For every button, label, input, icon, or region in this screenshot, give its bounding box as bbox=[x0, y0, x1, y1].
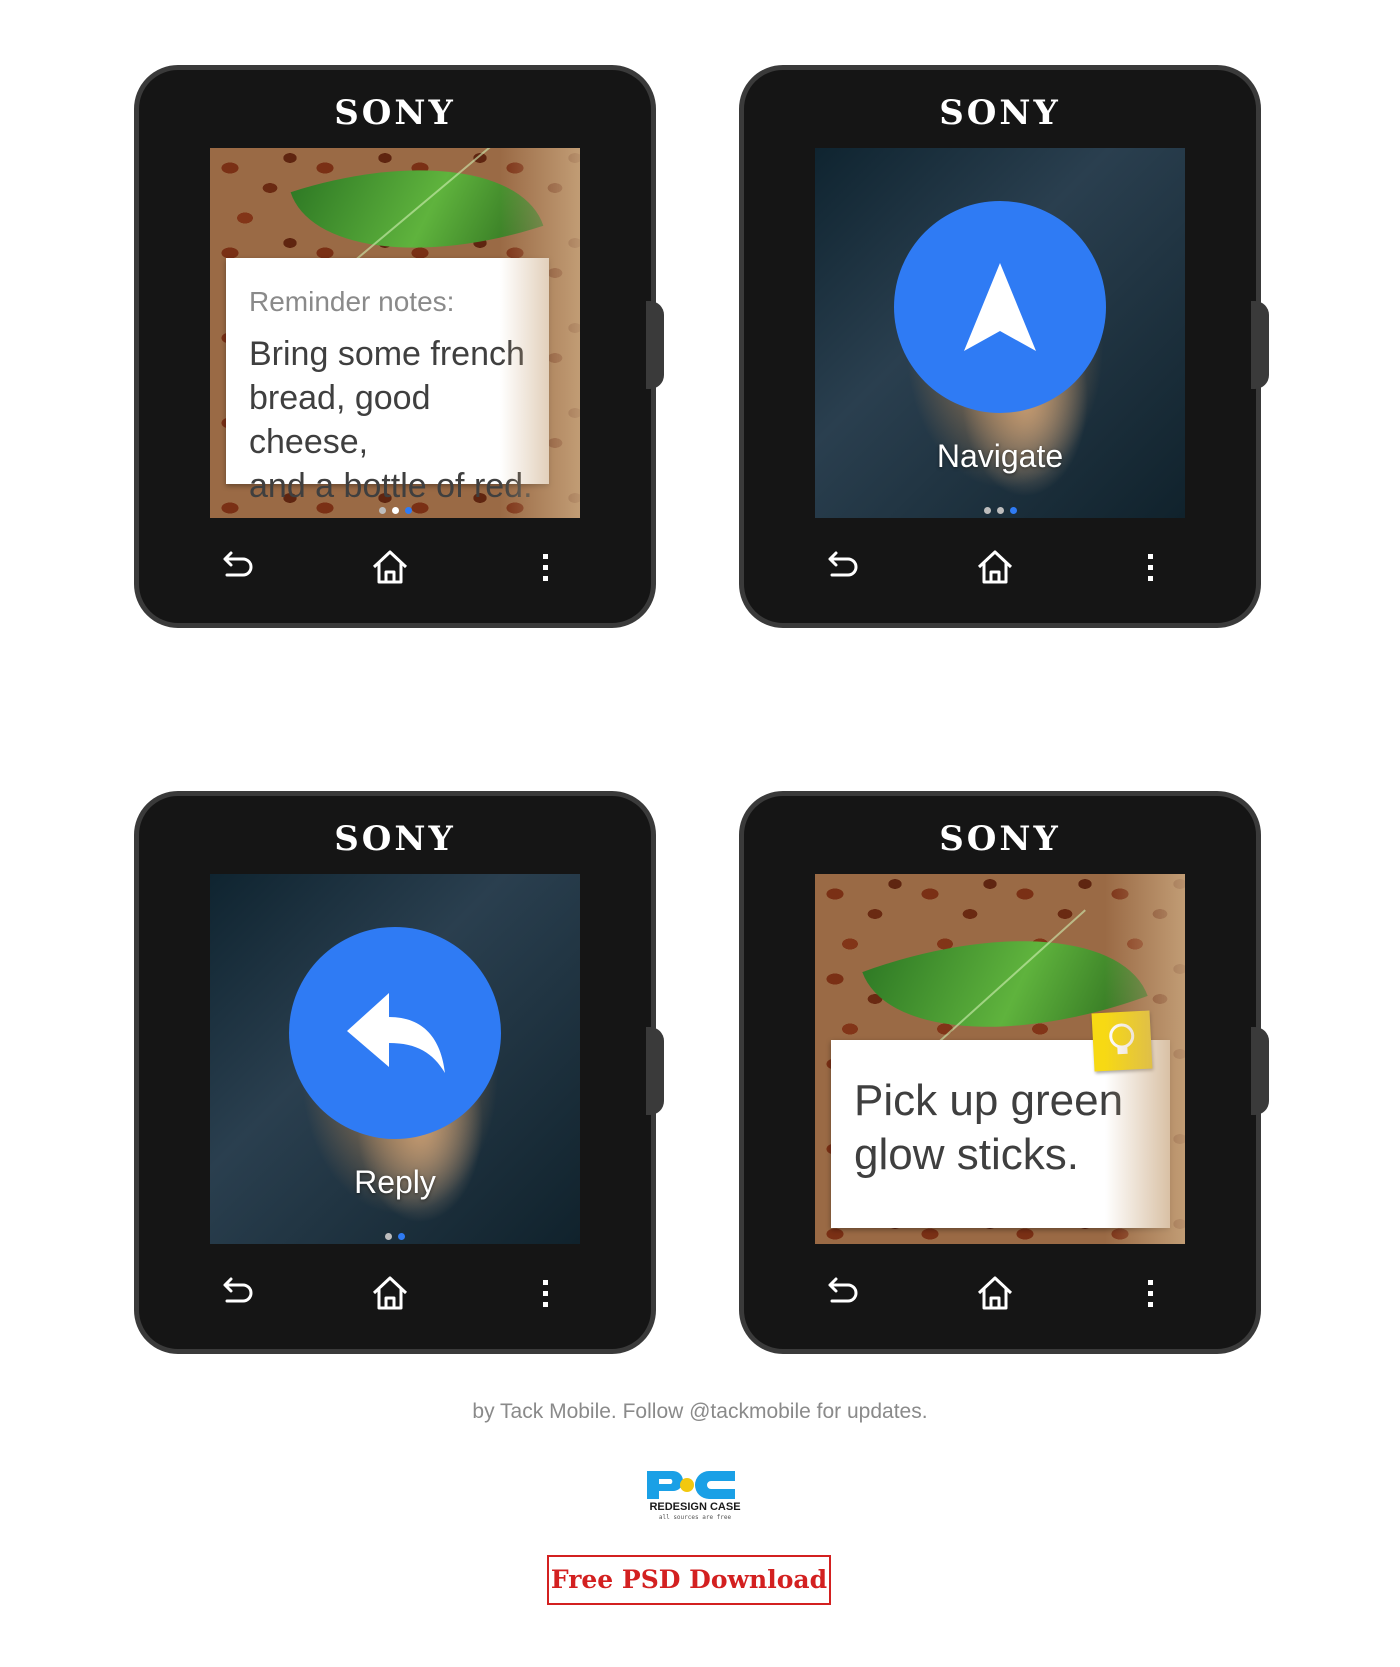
watch-side-button[interactable] bbox=[646, 301, 664, 389]
page-dot-active bbox=[404, 507, 412, 514]
home-icon[interactable] bbox=[368, 545, 412, 589]
page-dot-active bbox=[1009, 507, 1017, 514]
reply-arrow-icon bbox=[347, 993, 445, 1073]
watch-side-button[interactable] bbox=[1251, 301, 1269, 389]
free-psd-download-button[interactable]: Free PSD Download bbox=[547, 1555, 831, 1605]
back-icon[interactable] bbox=[821, 1271, 865, 1315]
watch-screen[interactable]: Pick up green glow sticks. bbox=[815, 874, 1185, 1244]
watch-screen[interactable]: Navigate bbox=[815, 148, 1185, 518]
watch-screen[interactable]: Reply bbox=[210, 874, 580, 1244]
card-line: glow sticks. bbox=[854, 1130, 1079, 1179]
page-dot bbox=[996, 507, 1004, 514]
home-icon[interactable] bbox=[368, 1271, 412, 1315]
more-vert-icon[interactable] bbox=[524, 545, 568, 589]
watch-3: SONY Reply bbox=[134, 791, 664, 1354]
keep-lightbulb-icon bbox=[1091, 1010, 1153, 1072]
page-dot bbox=[983, 507, 991, 514]
page-indicator bbox=[210, 507, 580, 514]
brand-logo: SONY bbox=[939, 819, 1061, 859]
card-line: and a bottle of red. bbox=[249, 467, 533, 505]
credit-text: by Tack Mobile. Follow @tackmobile for u… bbox=[472, 1400, 928, 1423]
page-indicator bbox=[210, 1233, 580, 1240]
navigation-arrow-icon bbox=[964, 263, 1036, 351]
more-vert-icon[interactable] bbox=[1129, 1271, 1173, 1315]
watch-side-button[interactable] bbox=[646, 1027, 664, 1115]
logo-text: REDESIGN CASE bbox=[649, 1501, 741, 1513]
action-label: Reply bbox=[354, 1164, 436, 1200]
watch-screen[interactable]: Reminder notes: Bring some french bread,… bbox=[210, 148, 580, 518]
card-line: Pick up green bbox=[854, 1076, 1124, 1125]
logo-tagline: all sources are free bbox=[658, 1514, 732, 1521]
redesign-case-logo[interactable]: REDESIGN CASE all sources are free bbox=[645, 1467, 745, 1523]
page-dot bbox=[378, 507, 386, 514]
back-icon[interactable] bbox=[821, 545, 865, 589]
card-line: Bring some french bbox=[249, 335, 525, 373]
back-icon[interactable] bbox=[216, 545, 260, 589]
reminder-card[interactable]: Reminder notes: Bring some french bread,… bbox=[226, 258, 549, 505]
page-dot bbox=[385, 1233, 392, 1240]
reply-button[interactable] bbox=[289, 927, 501, 1139]
brand-logo: SONY bbox=[334, 93, 456, 133]
page-dot bbox=[391, 507, 399, 514]
more-vert-icon[interactable] bbox=[524, 1271, 568, 1315]
navigate-button[interactable] bbox=[894, 201, 1106, 413]
brand-logo: SONY bbox=[334, 819, 456, 859]
card-subtitle: Reminder notes: bbox=[249, 286, 455, 317]
page-dot-active bbox=[398, 1233, 405, 1240]
keep-card[interactable]: Pick up green glow sticks. bbox=[831, 1040, 1170, 1228]
page-indicator bbox=[815, 507, 1185, 514]
home-icon[interactable] bbox=[973, 545, 1017, 589]
brand-logo: SONY bbox=[939, 93, 1061, 133]
action-label: Navigate bbox=[936, 438, 1064, 474]
more-vert-icon[interactable] bbox=[1129, 545, 1173, 589]
back-icon[interactable] bbox=[216, 1271, 260, 1315]
watch-side-button[interactable] bbox=[1251, 1027, 1269, 1115]
watch-4: SONY Pick up green glow sticks. bbox=[739, 791, 1269, 1354]
watch-1: SONY Reminder notes: Bring some french b… bbox=[134, 65, 664, 628]
card-line: bread, good cheese, bbox=[249, 379, 431, 461]
home-icon[interactable] bbox=[973, 1271, 1017, 1315]
watch-2: SONY Navigate bbox=[739, 65, 1269, 628]
